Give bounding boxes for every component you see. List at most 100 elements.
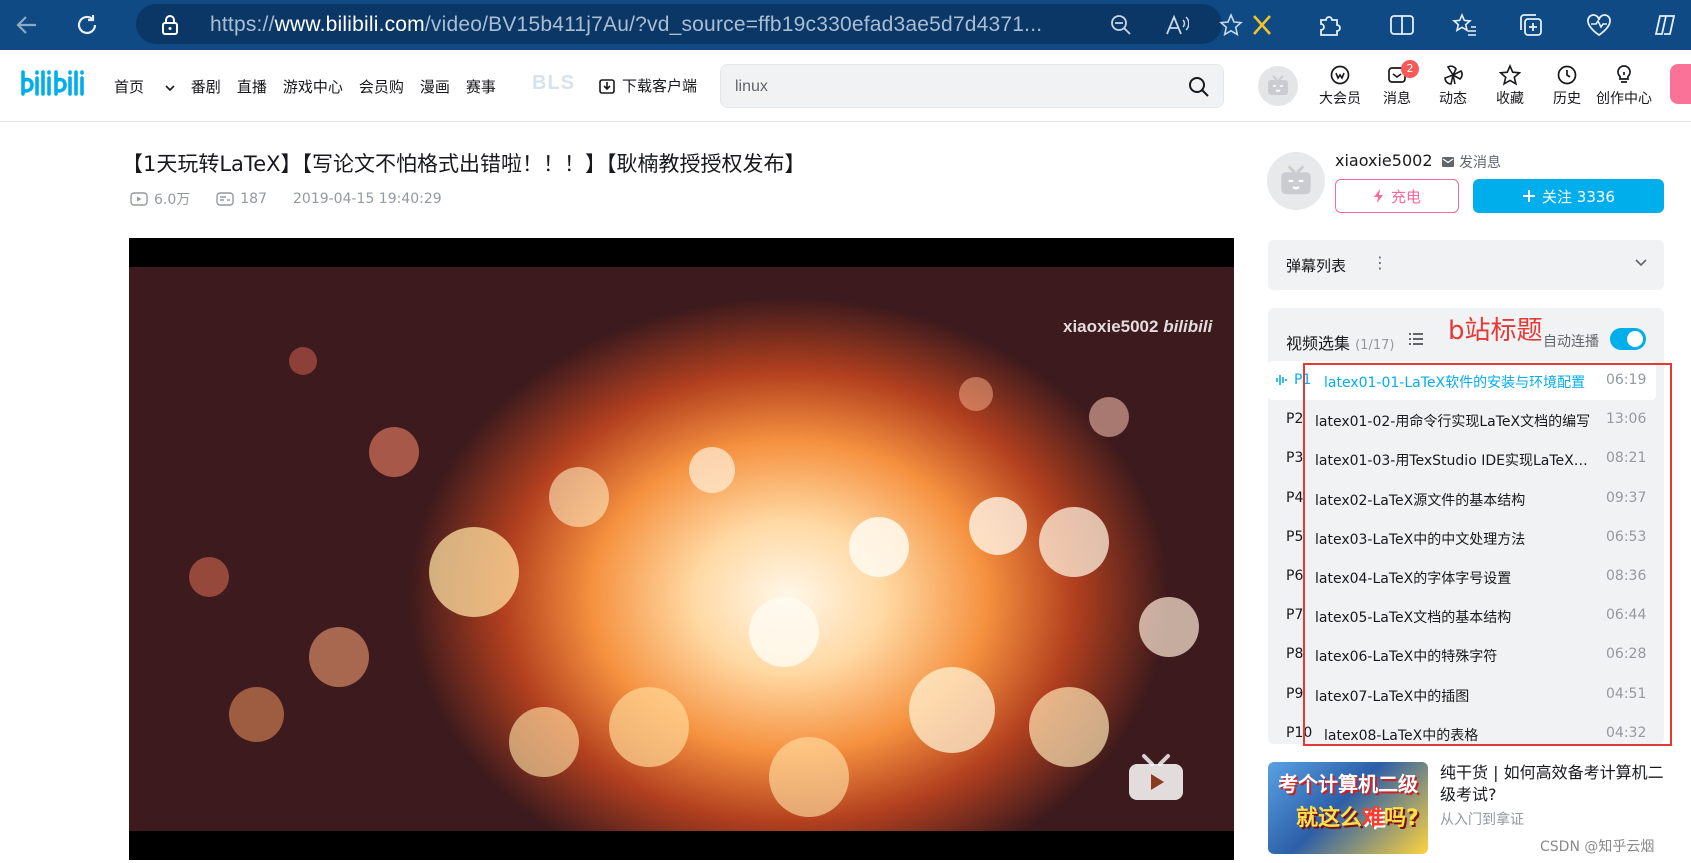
- nav-esports[interactable]: 赛事: [466, 76, 496, 97]
- header-messages[interactable]: 2 消息: [1369, 60, 1425, 108]
- episode-number: P5: [1286, 528, 1304, 545]
- x-extension-icon: [1253, 15, 1271, 35]
- puzzle-icon: [1320, 16, 1341, 36]
- header-history-label: 历史: [1553, 91, 1581, 107]
- heart-pulse-icon: [1587, 14, 1611, 37]
- copilot-button[interactable]: [1648, 8, 1682, 42]
- autoplay-label: 自动连播: [1543, 334, 1599, 350]
- video-player[interactable]: xiaoxie5002 bilibili: [129, 238, 1234, 860]
- video-frame: xiaoxie5002 bilibili: [129, 267, 1234, 831]
- favorites-button[interactable]: [1448, 8, 1482, 42]
- extension-x-button[interactable]: [1245, 8, 1279, 42]
- header-favorites-label: 收藏: [1496, 91, 1524, 107]
- zoom-button[interactable]: [1108, 12, 1134, 38]
- header-favorites[interactable]: 收藏: [1482, 64, 1538, 108]
- episode-number: P9: [1286, 685, 1304, 702]
- vip-icon: [1330, 65, 1350, 85]
- nav-live[interactable]: 直播: [237, 76, 267, 97]
- message-badge: 2: [1401, 60, 1419, 78]
- bilibili-tv-icon: [1129, 754, 1183, 800]
- thumb-text-line2: 就这么难吗?: [1296, 806, 1419, 831]
- address-bar[interactable]: https://www.bilibili.com/video/BV15b411j…: [136, 4, 1243, 44]
- header-vip[interactable]: 大会员: [1312, 64, 1368, 108]
- download-icon: [599, 78, 615, 94]
- recommendation-uploader[interactable]: 从入门到拿证: [1440, 809, 1524, 829]
- send-message-label: 发消息: [1459, 155, 1501, 171]
- lightning-icon: [1373, 189, 1383, 203]
- danmaku-count-icon: [216, 192, 234, 206]
- read-aloud-button[interactable]: [1164, 12, 1190, 38]
- zoom-out-icon: [1111, 15, 1131, 35]
- search-input[interactable]: [735, 75, 1155, 99]
- view-count: 6.0万: [154, 192, 191, 208]
- back-arrow-icon: [16, 16, 36, 34]
- tv-avatar-icon: [1268, 75, 1288, 95]
- download-client-label: 下载客户端: [622, 77, 698, 95]
- mail-icon: [1442, 157, 1454, 167]
- nav-game-center[interactable]: 游戏中心: [283, 76, 343, 97]
- site-header: 首页 番剧 直播 游戏中心 会员购 漫画 赛事 BLS 下载客户端 大会员 2 …: [0, 50, 1691, 122]
- collections-button[interactable]: [1514, 8, 1548, 42]
- browser-essentials-button[interactable]: [1582, 8, 1616, 42]
- lock-icon: [162, 15, 178, 35]
- danmaku-list-panel[interactable]: 弹幕列表 ⋮: [1268, 240, 1664, 290]
- header-dynamic-label: 动态: [1439, 91, 1467, 107]
- recommendation-title[interactable]: 纯干货 | 如何高效备考计算机二级考试?: [1440, 762, 1670, 806]
- header-dynamic[interactable]: 动态: [1425, 64, 1481, 108]
- episode-number: P8: [1286, 646, 1304, 663]
- copilot-icon: [1654, 15, 1676, 35]
- star-outline-icon: [1219, 13, 1243, 37]
- upload-button[interactable]: [1670, 64, 1691, 104]
- publish-time: 2019-04-15 19:40:29: [293, 191, 442, 207]
- send-message-link[interactable]: 发消息: [1441, 152, 1501, 172]
- header-vip-label: 大会员: [1319, 91, 1361, 107]
- chevron-down-icon: [165, 85, 175, 92]
- header-history[interactable]: 历史: [1539, 64, 1595, 108]
- nav-manga[interactable]: 漫画: [420, 76, 450, 97]
- charge-label: 充电: [1390, 187, 1421, 206]
- back-button[interactable]: [8, 6, 46, 44]
- header-creator-center[interactable]: 创作中心: [1596, 64, 1652, 108]
- uploader-avatar[interactable]: [1267, 152, 1325, 210]
- bulb-icon: [1617, 65, 1631, 83]
- playing-wave-icon: [1276, 375, 1287, 385]
- search-icon[interactable]: [1187, 75, 1211, 99]
- video-meta: 6.0万 187 2019-04-15 19:40:29: [130, 189, 442, 209]
- follow-label: 关注 3336: [1542, 187, 1615, 206]
- nav-mall[interactable]: 会员购: [359, 76, 404, 97]
- user-avatar[interactable]: [1258, 66, 1298, 106]
- uploader-name[interactable]: xiaoxie5002: [1335, 151, 1433, 170]
- tv-avatar-icon: [1281, 165, 1311, 195]
- recommendation-thumbnail[interactable]: 考个计算机二级 就这么难吗?: [1268, 762, 1428, 854]
- split-screen-button[interactable]: [1385, 8, 1419, 42]
- autoplay-toggle[interactable]: [1610, 328, 1646, 350]
- follow-button[interactable]: 关注 3336: [1473, 179, 1664, 213]
- favorite-button[interactable]: [1218, 12, 1244, 38]
- header-messages-label: 消息: [1383, 91, 1411, 107]
- more-options-icon[interactable]: ⋮: [1372, 253, 1388, 272]
- header-creator-center-label: 创作中心: [1596, 91, 1652, 107]
- main-nav: 首页 番剧 直播 游戏中心 会员购 漫画 赛事: [114, 76, 512, 97]
- bilibili-logo[interactable]: [18, 66, 90, 104]
- nav-home[interactable]: 首页: [114, 76, 175, 97]
- video-title: 【1天玩转LaTeX】【写论文不怕格式出错啦！！！】【耿楠教授授权发布】: [122, 152, 806, 176]
- nav-anime[interactable]: 番剧: [191, 76, 221, 97]
- annotation-highlight-box: [1303, 363, 1672, 746]
- chevron-down-icon[interactable]: [1634, 255, 1648, 269]
- annotation-label: b站标题: [1448, 316, 1543, 346]
- charge-button[interactable]: 充电: [1335, 179, 1459, 213]
- search-box: [720, 64, 1224, 108]
- refresh-button[interactable]: [68, 6, 106, 44]
- episode-number: P2: [1286, 411, 1304, 428]
- url-text: https://www.bilibili.com/video/BV15b411j…: [210, 13, 1043, 36]
- collection-title: 视频选集 (1/17): [1286, 334, 1395, 353]
- episode-number: P4: [1286, 489, 1304, 506]
- split-screen-icon: [1390, 15, 1414, 35]
- csdn-watermark: CSDN @知乎云烟: [1540, 839, 1655, 855]
- download-client-link[interactable]: 下载客户端: [598, 75, 697, 96]
- extensions-button[interactable]: [1312, 8, 1346, 42]
- favorites-list-icon: [1452, 12, 1476, 36]
- bls-banner[interactable]: BLS: [532, 72, 575, 95]
- list-view-icon[interactable]: [1408, 332, 1424, 346]
- episode-number: P3: [1286, 450, 1304, 467]
